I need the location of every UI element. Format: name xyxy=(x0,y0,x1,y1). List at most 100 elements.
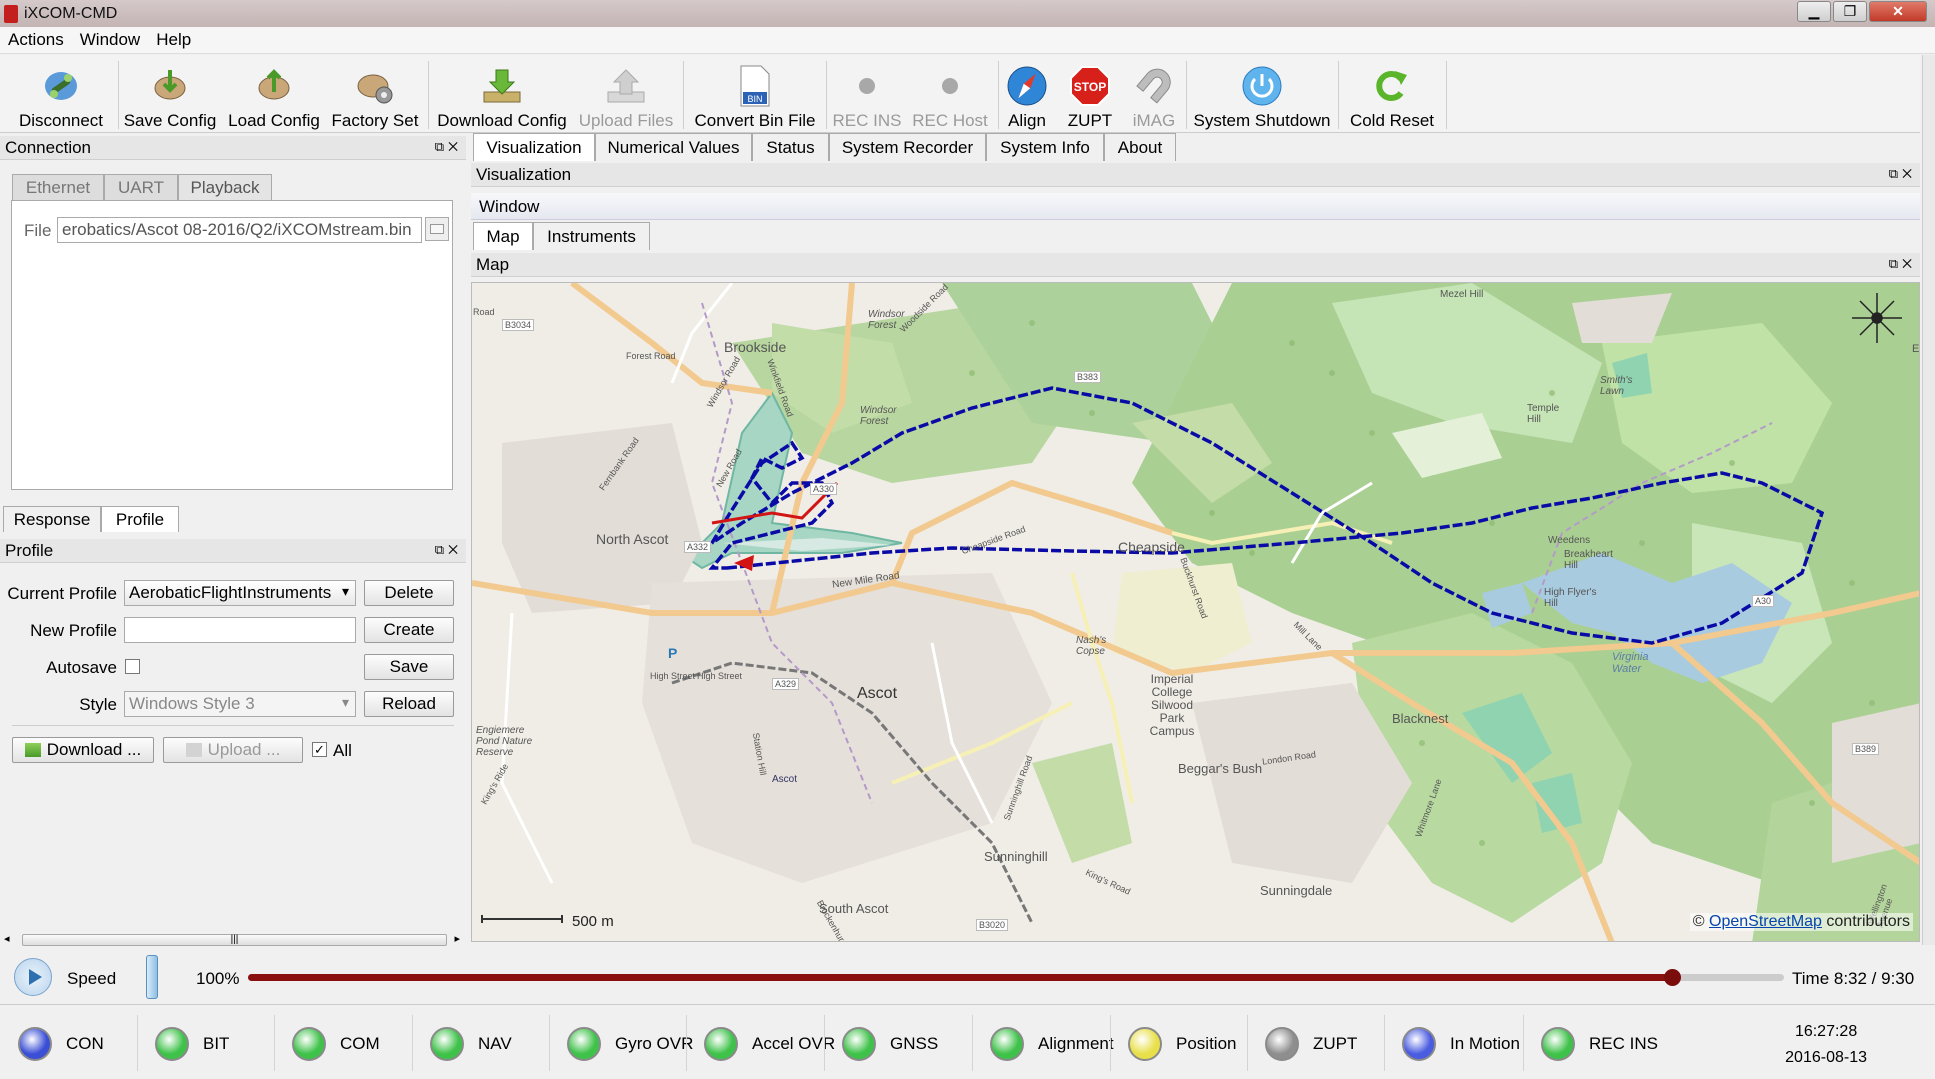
create-button[interactable]: Create xyxy=(364,617,454,643)
place-label: Virginia Water xyxy=(1612,651,1649,675)
tab-visualization[interactable]: Visualization xyxy=(473,133,595,161)
panel-float-close-icons[interactable]: ⧉✕ xyxy=(435,139,462,155)
speed-slider-handle[interactable] xyxy=(146,955,158,999)
playback-progress-knob[interactable] xyxy=(1663,969,1681,986)
convert-bin-file-button[interactable]: BIN Convert Bin File xyxy=(690,59,820,131)
all-checkbox[interactable]: ✓ xyxy=(312,742,327,757)
menu-actions[interactable]: Actions xyxy=(0,30,72,50)
delete-button[interactable]: Delete xyxy=(364,580,454,606)
panel-float-close-icons[interactable]: ⧉✕ xyxy=(1889,166,1916,182)
place-label: Weedens xyxy=(1548,535,1591,546)
record-dot-icon xyxy=(928,64,972,108)
tab-profile[interactable]: Profile xyxy=(101,506,179,532)
tab-about[interactable]: About xyxy=(1104,133,1176,161)
openstreetmap-link[interactable]: OpenStreetMap xyxy=(1709,913,1822,930)
zupt-button[interactable]: STOP ZUPT xyxy=(1066,59,1114,131)
tab-playback[interactable]: Playback xyxy=(178,174,272,200)
panel-float-close-icons[interactable]: ⧉✕ xyxy=(1889,256,1916,272)
tab-numerical-values[interactable]: Numerical Values xyxy=(595,133,752,161)
status-label: In Motion xyxy=(1450,1034,1520,1053)
status-led-icon xyxy=(18,1027,52,1061)
status-label: NAV xyxy=(478,1034,512,1053)
connection-panel-header: Connection ⧉✕ xyxy=(0,136,466,160)
tab-system-info[interactable]: System Info xyxy=(986,133,1104,161)
road-label: New Road xyxy=(714,447,744,489)
upload-profile-button[interactable]: Upload ... xyxy=(163,737,303,763)
style-select[interactable]: Windows Style 3 xyxy=(124,691,356,717)
tab-uart[interactable]: UART xyxy=(104,174,178,200)
factory-set-icon xyxy=(353,64,397,108)
all-label: All xyxy=(333,741,352,760)
status-indicator-position: Position xyxy=(1110,1015,1237,1071)
download-config-button[interactable]: Download Config xyxy=(432,59,572,131)
upload-files-button[interactable]: Upload Files xyxy=(576,59,676,131)
minimize-button[interactable]: ▁ xyxy=(1797,1,1831,22)
right-scrollbar[interactable] xyxy=(1922,55,1935,945)
map-view[interactable]: Brookside North Ascot Ascot Cheapside Wi… xyxy=(471,282,1920,942)
place-label: Temple Hill xyxy=(1527,403,1560,425)
menu-window[interactable]: Window xyxy=(72,30,148,50)
place-label: North Ascot xyxy=(596,531,669,547)
road-label: Mill Lane xyxy=(1291,619,1325,653)
download-profile-button[interactable]: Download ... xyxy=(12,737,154,763)
magnet-icon xyxy=(1132,64,1176,108)
tab-system-recorder[interactable]: System Recorder xyxy=(829,133,986,161)
status-label: ZUPT xyxy=(1313,1034,1358,1053)
save-button[interactable]: Save xyxy=(364,654,454,680)
scale-label: 500 m xyxy=(572,913,614,930)
browse-folder-icon[interactable] xyxy=(425,217,449,241)
place-label: Sunninghill xyxy=(984,849,1048,864)
place-label: Ascot xyxy=(857,685,898,702)
style-label: Style xyxy=(79,695,117,714)
new-profile-label: New Profile xyxy=(30,621,117,640)
road-label: High Street xyxy=(650,671,696,681)
speed-value: 100% xyxy=(196,969,240,988)
reload-button[interactable]: Reload xyxy=(364,691,454,717)
status-label: GNSS xyxy=(890,1034,939,1053)
maximize-button[interactable]: ❐ xyxy=(1833,1,1867,22)
panel-float-close-icons[interactable]: ⧉✕ xyxy=(435,542,462,558)
current-profile-select[interactable]: AerobaticFlightInstruments xyxy=(124,580,356,606)
app-icon xyxy=(4,4,18,23)
road-shield: B383 xyxy=(1074,371,1102,383)
tab-ethernet[interactable]: Ethernet xyxy=(12,174,104,200)
playback-progress-track[interactable] xyxy=(248,969,1784,986)
load-config-icon xyxy=(252,64,296,108)
tab-instruments[interactable]: Instruments xyxy=(533,222,650,250)
status-label: Position xyxy=(1176,1034,1237,1053)
load-config-button[interactable]: Load Config xyxy=(225,59,323,131)
place-label: E xyxy=(1912,343,1920,355)
road-label: Sunninghill Road xyxy=(1001,754,1035,822)
autosave-checkbox[interactable] xyxy=(125,659,140,674)
align-button[interactable]: Align xyxy=(1003,59,1051,131)
play-button[interactable] xyxy=(14,958,52,996)
play-icon xyxy=(28,969,42,985)
tab-response[interactable]: Response xyxy=(3,506,101,532)
road-shield: A30 xyxy=(1752,595,1775,607)
plug-icon xyxy=(39,64,83,108)
tab-status[interactable]: Status xyxy=(752,133,829,161)
cold-reset-button[interactable]: Cold Reset xyxy=(1344,59,1440,131)
rec-ins-button[interactable]: REC INS xyxy=(830,59,904,131)
road-label: Forest Road xyxy=(626,351,676,361)
window-title: iXCOM-CMD xyxy=(24,4,118,22)
place-label: Sunningdale xyxy=(1260,883,1333,898)
tab-map[interactable]: Map xyxy=(473,222,533,250)
disconnect-button[interactable]: Disconnect xyxy=(8,59,114,131)
close-button[interactable]: ✕ xyxy=(1869,1,1927,22)
status-led-icon xyxy=(842,1027,876,1061)
left-panel-scrollbar[interactable]: ◂ ||| ▸ xyxy=(4,932,460,948)
system-shutdown-button[interactable]: System Shutdown xyxy=(1192,59,1332,131)
status-indicator-accel-ovr: Accel OVR xyxy=(686,1015,835,1071)
new-profile-input[interactable] xyxy=(124,617,356,643)
menu-help[interactable]: Help xyxy=(148,30,199,50)
rec-host-button[interactable]: REC Host xyxy=(908,59,992,131)
clock-time: 16:27:28 xyxy=(1794,1023,1858,1040)
imag-button[interactable]: iMAG xyxy=(1128,59,1180,131)
menu-bar: Actions Window Help xyxy=(0,27,1935,54)
file-path-input[interactable]: erobatics/Ascot 08-2016/Q2/iXCOMstream.b… xyxy=(57,217,422,243)
save-config-button[interactable]: Save Config xyxy=(120,59,220,131)
playback-bar: Speed 100% Time 8:32 / 9:30 xyxy=(0,950,1935,1004)
factory-set-button[interactable]: Factory Set xyxy=(327,59,423,131)
upload-icon xyxy=(604,64,648,108)
